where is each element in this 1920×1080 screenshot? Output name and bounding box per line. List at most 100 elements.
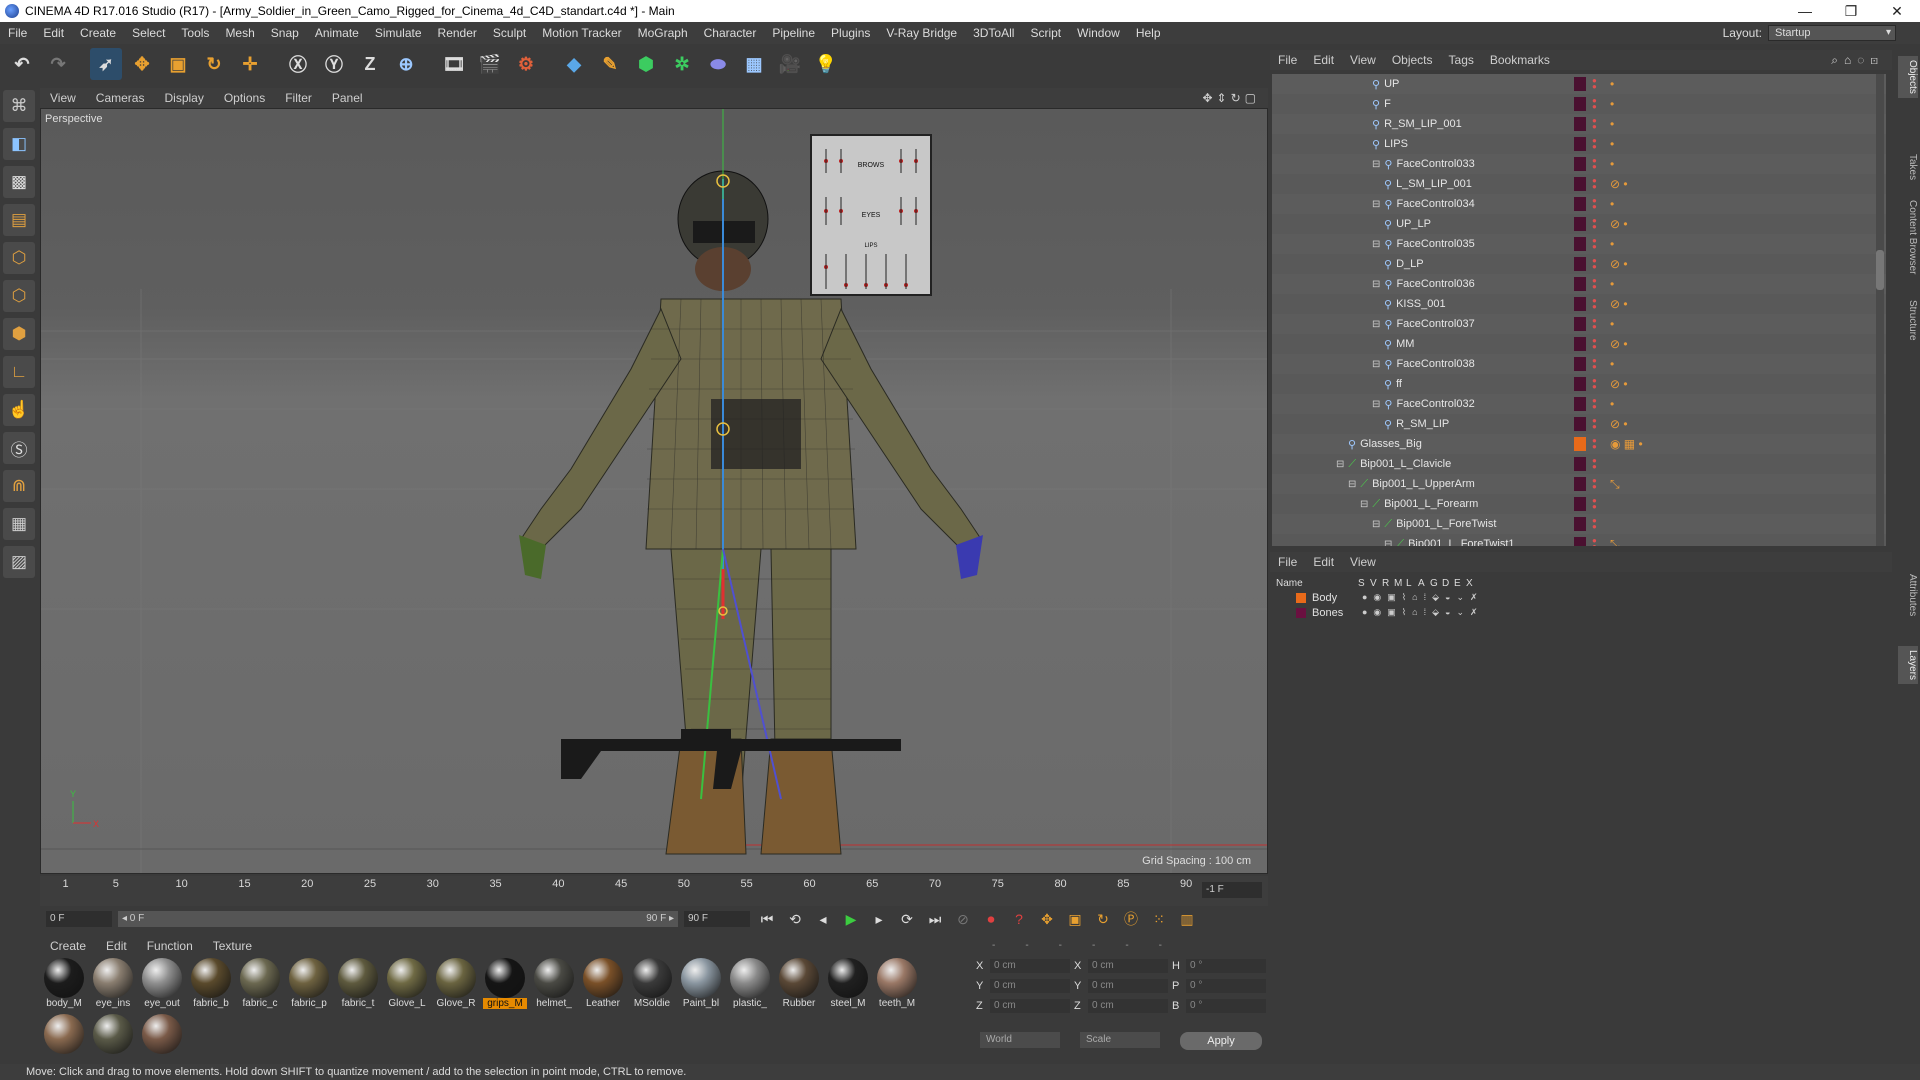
object-tree-row[interactable]: ⚲ F ● ● • — [1272, 94, 1886, 114]
camera-icon[interactable]: 🎥 — [774, 48, 806, 80]
preview-range-slider[interactable]: ◂ 0 F 90 F ▸ — [118, 911, 678, 927]
object-tags-icon[interactable]: ⊘ • — [1610, 257, 1628, 271]
viewport-navigation-icons[interactable]: ✥⇕↻▢ — [1202, 91, 1268, 105]
light-icon[interactable]: 💡 — [810, 48, 842, 80]
viewport-menu-display[interactable]: Display — [154, 91, 213, 105]
key-position-icon[interactable]: ✥ — [1036, 908, 1058, 930]
layer-color-swatch[interactable] — [1574, 117, 1586, 131]
magnet-icon[interactable]: ⋒ — [3, 470, 35, 502]
material-menu-create[interactable]: Create — [40, 939, 96, 953]
cloner-icon[interactable]: ✲ — [666, 48, 698, 80]
visibility-dots-icon[interactable]: ●● — [1592, 537, 1597, 547]
motion-record-icon[interactable]: ⊘ — [952, 908, 974, 930]
collapse-toggle-icon[interactable]: ⊟ — [1336, 459, 1344, 470]
object-tags-icon[interactable]: • — [1610, 277, 1614, 291]
object-tags-icon[interactable]: • — [1610, 97, 1614, 111]
transform-tool-icon[interactable]: ✛ — [234, 48, 266, 80]
viewport-menu-view[interactable]: View — [40, 91, 86, 105]
object-menu-file[interactable]: File — [1270, 53, 1305, 67]
menu-motion-tracker[interactable]: Motion Tracker — [534, 26, 629, 40]
record-active-objects-icon[interactable]: ⏺ — [980, 908, 1002, 930]
menu-create[interactable]: Create — [72, 26, 124, 40]
visibility-dots-icon[interactable]: ●● — [1592, 257, 1597, 271]
menu-vray-bridge[interactable]: V-Ray Bridge — [878, 26, 965, 40]
go-to-start-icon[interactable]: ⏮ — [756, 908, 778, 930]
menu-edit[interactable]: Edit — [35, 26, 72, 40]
material-item[interactable]: steel_M — [826, 958, 870, 1010]
object-tags-icon[interactable]: ⊘ • — [1610, 217, 1628, 231]
subdivision-generator-icon[interactable]: ⬢ — [630, 48, 662, 80]
viewport-camera-label[interactable]: Perspective — [45, 113, 102, 125]
material-item[interactable]: fabric_c — [238, 958, 282, 1010]
layer-color-swatch[interactable] — [1574, 77, 1586, 91]
object-tree-row[interactable]: ⚲ D_LP ● ● ⊘ • — [1272, 254, 1886, 274]
cube-primitive-icon[interactable]: ◆ — [558, 48, 590, 80]
maximize-button[interactable]: ❐ — [1828, 3, 1874, 20]
material-item[interactable]: Glove_L — [385, 958, 429, 1010]
layer-color-swatch[interactable] — [1574, 317, 1586, 331]
layer-color-swatch[interactable] — [1574, 337, 1586, 351]
object-tree-row[interactable]: ⊟ ⟋Bip001_L_ForeTwist1 ●● ⤡ — [1272, 534, 1886, 546]
next-key-icon[interactable]: ⟳ — [896, 908, 918, 930]
material-menu-texture[interactable]: Texture — [203, 939, 262, 953]
layer-color-swatch[interactable] — [1574, 237, 1586, 251]
layer-color-swatch[interactable] — [1574, 97, 1586, 111]
menu-simulate[interactable]: Simulate — [367, 26, 430, 40]
layer-color-swatch[interactable] — [1574, 517, 1586, 531]
current-frame-field[interactable]: -1 F — [1202, 882, 1262, 898]
coordinate-field[interactable]: 0 ° — [1186, 999, 1266, 1013]
timeline-window-icon[interactable]: ▥ — [1176, 908, 1198, 930]
viewport-menu-panel[interactable]: Panel — [322, 91, 373, 105]
collapse-toggle-icon[interactable]: ⊟ — [1372, 319, 1380, 330]
workplane-lock-icon[interactable]: ▦ — [3, 508, 35, 540]
layer-menu-view[interactable]: View — [1342, 555, 1384, 569]
rotate-tool-icon[interactable]: ↻ — [198, 48, 230, 80]
object-tree-scrollbar[interactable] — [1876, 74, 1884, 546]
object-tags-icon[interactable]: ⤡ — [1610, 477, 1620, 492]
coordinate-field[interactable]: 0 cm — [990, 979, 1070, 993]
material-item[interactable] — [140, 1014, 184, 1066]
start-frame-field[interactable]: 0 F — [46, 911, 112, 927]
visibility-dots-icon[interactable]: ●● — [1592, 497, 1597, 511]
key-rotation-icon[interactable]: ↻ — [1092, 908, 1114, 930]
layer-color-swatch[interactable] — [1574, 277, 1586, 291]
visibility-dots-icon[interactable]: ●● — [1592, 117, 1597, 131]
object-tree-row[interactable]: ⊟ ⚲ FaceControl033 ● ● • — [1272, 154, 1886, 174]
object-tree-row[interactable]: ⚲ KISS_001 ● ● ⊘ • — [1272, 294, 1886, 314]
visibility-dots-icon[interactable]: ●● — [1592, 77, 1597, 91]
y-axis-lock-icon[interactable]: Ⓨ — [318, 48, 350, 80]
menu-mesh[interactable]: Mesh — [217, 26, 262, 40]
side-tab-content-browser[interactable]: Content Browser — [1898, 196, 1918, 278]
collapse-toggle-icon[interactable]: ⊟ — [1348, 479, 1356, 490]
redo-icon[interactable]: ↷ — [42, 48, 74, 80]
collapse-toggle-icon[interactable]: ⊟ — [1372, 399, 1380, 410]
autokeying-icon[interactable]: ? — [1008, 908, 1030, 930]
viewport-menu-options[interactable]: Options — [214, 91, 275, 105]
collapse-toggle-icon[interactable]: ⊟ — [1372, 279, 1380, 290]
coordinate-field[interactable]: 0 cm — [1088, 959, 1168, 973]
end-frame-field[interactable]: 90 F — [684, 911, 750, 927]
menu-window[interactable]: Window — [1069, 26, 1128, 40]
object-tags-icon[interactable]: • — [1610, 77, 1614, 91]
object-tree-row[interactable]: ⚲ MM ● ● ⊘ • — [1272, 334, 1886, 354]
material-item[interactable]: fabric_p — [287, 958, 331, 1010]
points-mode-icon[interactable]: ⬡ — [3, 242, 35, 274]
collapse-toggle-icon[interactable]: ⊟ — [1372, 519, 1380, 530]
material-item[interactable]: fabric_b — [189, 958, 233, 1010]
visibility-dots-icon[interactable]: ●● — [1592, 297, 1597, 311]
object-tree-row[interactable]: ⊟ ⟋ Bip001_L_Clavicle ● ● — [1272, 454, 1886, 474]
layer-row[interactable]: Body ●◉▣⌇⌂⁞⬙◒⌄✗ — [1272, 590, 1886, 605]
visibility-dots-icon[interactable]: ●● — [1592, 217, 1597, 231]
menu-pipeline[interactable]: Pipeline — [764, 26, 823, 40]
object-tree-row[interactable]: ⊟ ⟋ Bip001_L_UpperArm ● ● ⤡ — [1272, 474, 1886, 494]
coordinate-field[interactable]: 0 cm — [990, 959, 1070, 973]
snapping-icon[interactable]: Ⓢ — [3, 432, 35, 464]
size-mode-dropdown[interactable]: Scale — [1080, 1032, 1160, 1048]
side-tab-takes[interactable]: Takes — [1898, 150, 1918, 184]
render-picture-viewer-icon[interactable]: 🎬 — [474, 48, 506, 80]
x-axis-lock-icon[interactable]: Ⓧ — [282, 48, 314, 80]
menu-animate[interactable]: Animate — [307, 26, 367, 40]
polygons-mode-icon[interactable]: ⬢ — [3, 318, 35, 350]
layer-color-swatch[interactable] — [1574, 417, 1586, 431]
menu-script[interactable]: Script — [1022, 26, 1069, 40]
